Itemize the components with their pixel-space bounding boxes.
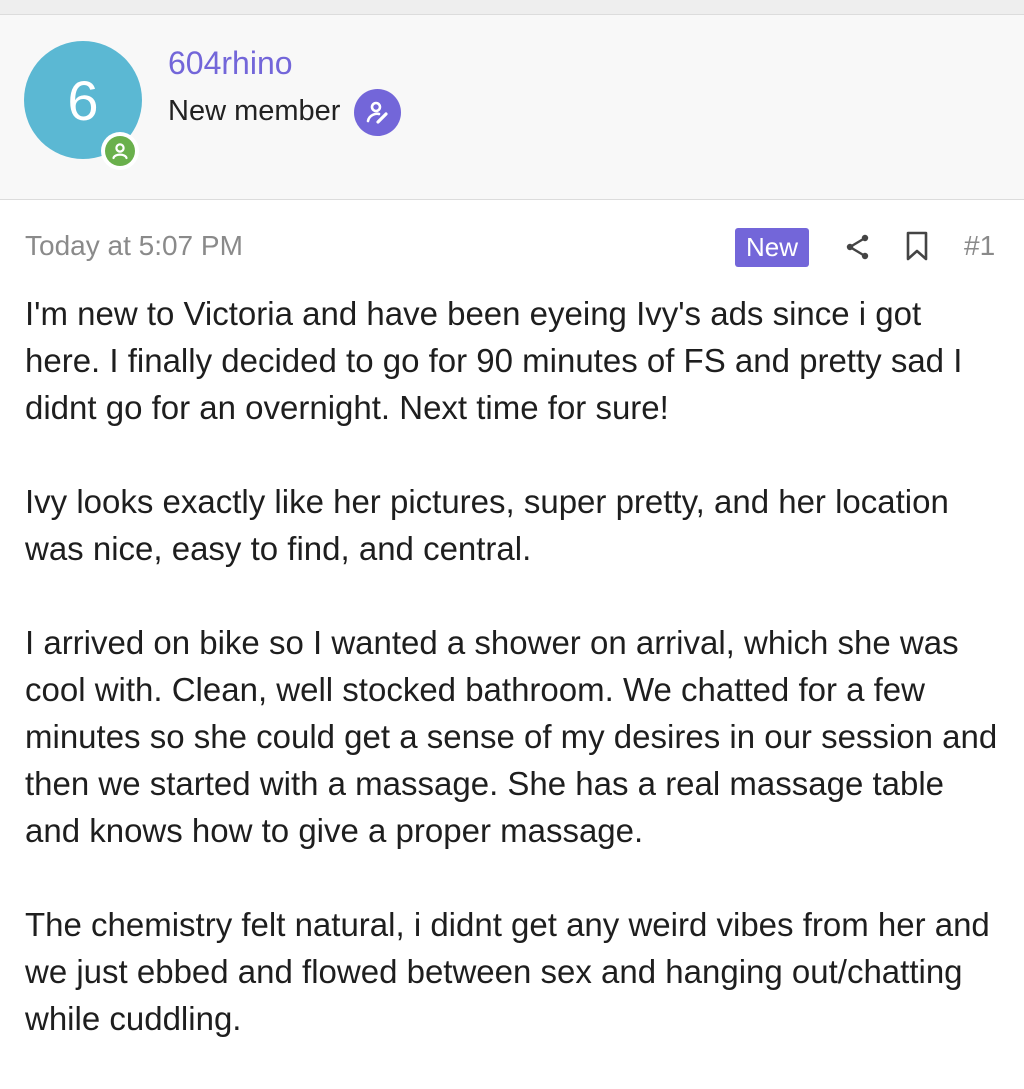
post-paragraph: Ivy looks exactly like her pictures, sup…	[25, 483, 949, 567]
post-author-header: 6 604rhino New member	[0, 14, 1024, 200]
user-title: New member	[168, 95, 341, 127]
post-paragraph: The chemistry felt natural, i didnt get …	[25, 906, 990, 1037]
post-paragraph: I arrived on bike so I wanted a shower o…	[25, 624, 998, 849]
post-paragraph: I'm new to Victoria and have been eyeing…	[25, 295, 963, 426]
post-number-link[interactable]: #1	[964, 230, 995, 262]
user-edit-icon[interactable]	[354, 89, 401, 136]
post-body: I'm new to Victoria and have been eyeing…	[25, 290, 1005, 1089]
user-online-icon	[101, 132, 139, 170]
username-link[interactable]: 604rhino	[168, 45, 293, 82]
bookmark-icon[interactable]	[903, 230, 931, 262]
share-icon[interactable]	[844, 232, 872, 262]
new-post-badge: New	[735, 228, 809, 267]
avatar-letter: 6	[67, 69, 99, 132]
post-date-link[interactable]: Today at 5:07 PM	[25, 230, 243, 262]
post-meta-bar: Today at 5:07 PM New #1	[0, 200, 1024, 280]
top-divider-strip	[0, 0, 1024, 14]
